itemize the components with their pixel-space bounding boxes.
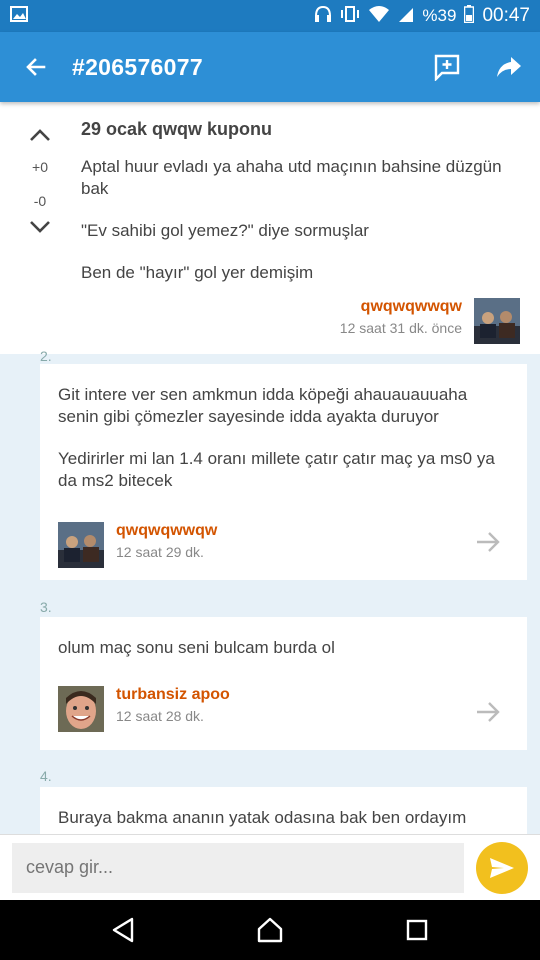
chevron-down-icon [30, 221, 50, 233]
avatar[interactable] [474, 298, 520, 344]
reply-card[interactable]: olum maç sonu seni bulcam burda ol turba… [40, 617, 527, 750]
arrow-left-icon [26, 58, 46, 76]
home-icon [257, 917, 283, 943]
reply-number: 2. [40, 348, 52, 364]
post-meta: qwqwqwwqw 12 saat 31 dk. önce [340, 298, 520, 344]
reply-time: 12 saat 29 dk. [116, 544, 204, 560]
arrow-right-icon [477, 702, 500, 722]
reply-text: Buraya bakma ananın yatak odasına bak be… [58, 808, 467, 827]
thread-content[interactable]: +0 -0 29 ocak qwqw kuponu Aptal huur evl… [0, 102, 540, 834]
reply-number: 4. [40, 768, 52, 784]
signal-icon [398, 5, 414, 28]
nav-home-button[interactable] [240, 900, 300, 960]
upvote-count: +0 [32, 159, 48, 175]
app-bar: #206576077 [0, 32, 540, 102]
add-comment-button[interactable] [416, 32, 478, 102]
page-title: #206576077 [72, 53, 203, 80]
original-post: +0 -0 29 ocak qwqw kuponu Aptal huur evl… [0, 102, 540, 354]
status-bar: %39 00:47 [0, 0, 540, 32]
post-line: Aptal huur evladı ya ahaha utd maçının b… [81, 157, 502, 198]
gallery-notification-icon [10, 5, 28, 27]
reply-card[interactable]: Git intere ver sen amkmun idda köpeği ah… [40, 364, 527, 580]
nav-back-button[interactable] [93, 900, 153, 960]
reply-bar [0, 834, 540, 900]
square-recents-icon [406, 919, 427, 941]
nav-recents-button[interactable] [387, 900, 447, 960]
headphones-icon [314, 5, 332, 28]
reply-card[interactable]: Buraya bakma ananın yatak odasına bak be… [40, 787, 527, 834]
author-name[interactable]: qwqwqwwqw [116, 522, 509, 540]
reply-meta: qwqwqwwqw 12 saat 29 dk. [58, 522, 509, 568]
avatar[interactable] [58, 522, 104, 568]
reply-number: 3. [40, 599, 52, 615]
reply-meta: turbansiz apoo 12 saat 28 dk. [58, 686, 509, 732]
triangle-back-icon [113, 917, 134, 943]
post-line: Ben de "hayır" gol yer demişim [81, 263, 314, 282]
reply-text: Git intere ver sen amkmun idda köpeği ah… [58, 385, 468, 426]
share-arrow-icon [497, 57, 521, 77]
clock: 00:47 [482, 5, 530, 26]
reply-text: olum maç sonu seni bulcam burda ol [58, 638, 335, 657]
vibrate-icon [340, 5, 360, 28]
vote-column: +0 -0 [20, 120, 60, 242]
open-reply-button[interactable] [473, 697, 503, 727]
avatar[interactable] [58, 686, 104, 732]
post-line: "Ev sahibi gol yemez?" diye sormuşlar [81, 221, 369, 240]
wifi-icon [368, 5, 390, 28]
post-time: 12 saat 31 dk. önce [339, 320, 462, 336]
send-button[interactable] [476, 841, 528, 894]
reply-time: 12 saat 28 dk. [116, 708, 204, 724]
reply-text: Yedirirler mi lan 1.4 oranı millete çatı… [58, 449, 495, 490]
reply-input[interactable] [12, 842, 464, 893]
upvote-button[interactable] [20, 120, 60, 150]
post-body: 29 ocak qwqw kuponu Aptal huur evladı ya… [81, 119, 522, 284]
chevron-up-icon [30, 129, 50, 141]
back-button[interactable] [0, 32, 72, 102]
author-name[interactable]: qwqwqwwqw [340, 298, 462, 316]
system-nav-bar [0, 900, 540, 960]
add-comment-icon [434, 54, 460, 81]
battery-level: %39 [422, 6, 457, 25]
post-title: 29 ocak qwqw kuponu [81, 119, 273, 139]
arrow-right-icon [477, 532, 500, 552]
share-button[interactable] [478, 32, 540, 102]
send-icon [490, 857, 514, 878]
author-name[interactable]: turbansiz apoo [116, 686, 509, 704]
battery-icon [464, 4, 475, 28]
open-reply-button[interactable] [473, 527, 503, 557]
